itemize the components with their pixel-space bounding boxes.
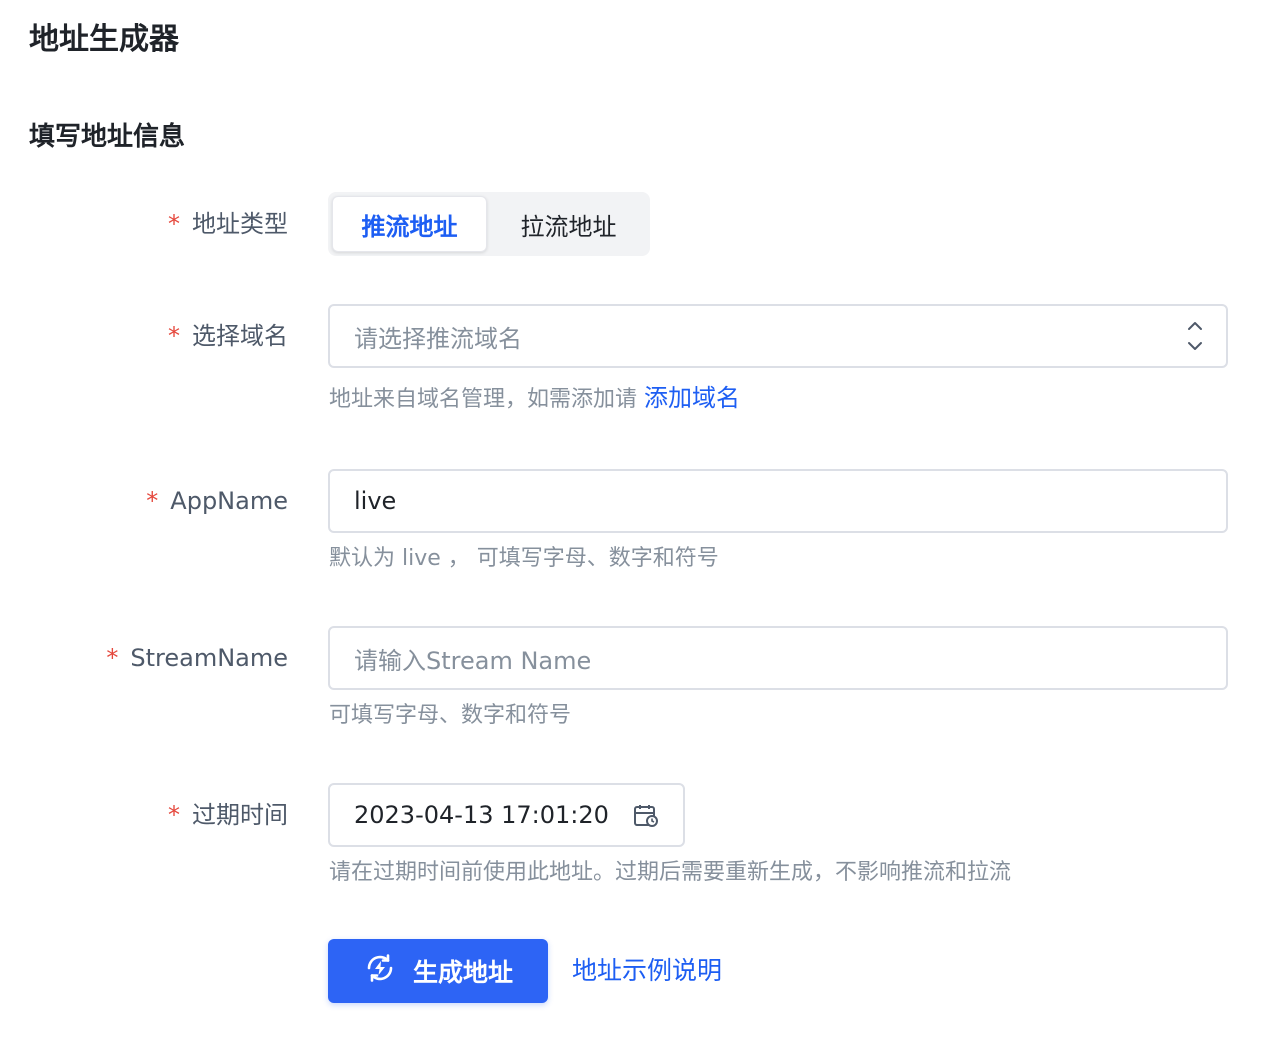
address-type-label: * 地址类型 (168, 207, 288, 241)
page-title: 地址生成器 (29, 22, 179, 57)
domain-label: * 选择域名 (168, 319, 288, 353)
streamname-input[interactable]: 请输入Stream Name (328, 626, 1228, 690)
refresh-bolt-icon (363, 951, 397, 991)
domain-label-text: 选择域名 (192, 322, 288, 350)
address-generator-page: 地址生成器 填写地址信息 * 地址类型 推流地址 拉流地址 * 选择域名 请选择推流… (0, 0, 1262, 1048)
appname-value: live (354, 487, 397, 515)
appname-label: * AppName (146, 484, 288, 518)
required-mark: * (168, 322, 180, 350)
streamname-placeholder: 请输入Stream Name (354, 646, 592, 675)
address-type-segmented: 推流地址 拉流地址 (328, 192, 650, 256)
streamname-label: * StreamName (106, 641, 288, 675)
required-mark: * (168, 801, 180, 829)
segment-push-address[interactable]: 推流地址 (332, 196, 487, 252)
domain-help-text: 地址来自域名管理，如需添加请 (329, 387, 638, 412)
address-type-label-text: 地址类型 (192, 210, 288, 238)
expire-time-help: 请在过期时间前使用此地址。过期后需要重新生成，不影响推流和拉流 (329, 860, 1012, 885)
expire-time-value: 2023-04-13 17:01:20 (354, 801, 609, 829)
appname-label-text: AppName (170, 487, 288, 515)
generate-address-label: 生成地址 (412, 958, 513, 987)
chevron-up-down-icon (1186, 316, 1204, 356)
generate-address-button[interactable]: 生成地址 (328, 939, 548, 1003)
domain-help: 地址来自域名管理，如需添加请 添加域名 (329, 382, 740, 416)
streamname-label-text: StreamName (130, 644, 288, 672)
domain-select-placeholder: 请选择推流域名 (354, 324, 522, 353)
address-example-link[interactable]: 地址示例说明 (572, 953, 722, 989)
required-mark: * (146, 487, 159, 515)
section-title: 填写地址信息 (29, 122, 186, 152)
expire-time-label-text: 过期时间 (192, 801, 288, 829)
domain-select[interactable]: 请选择推流域名 (328, 304, 1228, 368)
streamname-help: 可填写字母、数字和符号 (329, 703, 572, 728)
segment-pull-address[interactable]: 拉流地址 (491, 196, 646, 252)
required-mark: * (168, 210, 180, 238)
expire-time-picker[interactable]: 2023-04-13 17:01:20 (328, 783, 685, 847)
appname-input[interactable]: live (328, 469, 1228, 533)
add-domain-link[interactable]: 添加域名 (644, 384, 740, 412)
expire-time-label: * 过期时间 (168, 798, 288, 832)
appname-help: 默认为 live ， 可填写字母、数字和符号 (329, 546, 719, 571)
calendar-clock-icon[interactable] (633, 804, 659, 834)
required-mark: * (106, 644, 119, 672)
